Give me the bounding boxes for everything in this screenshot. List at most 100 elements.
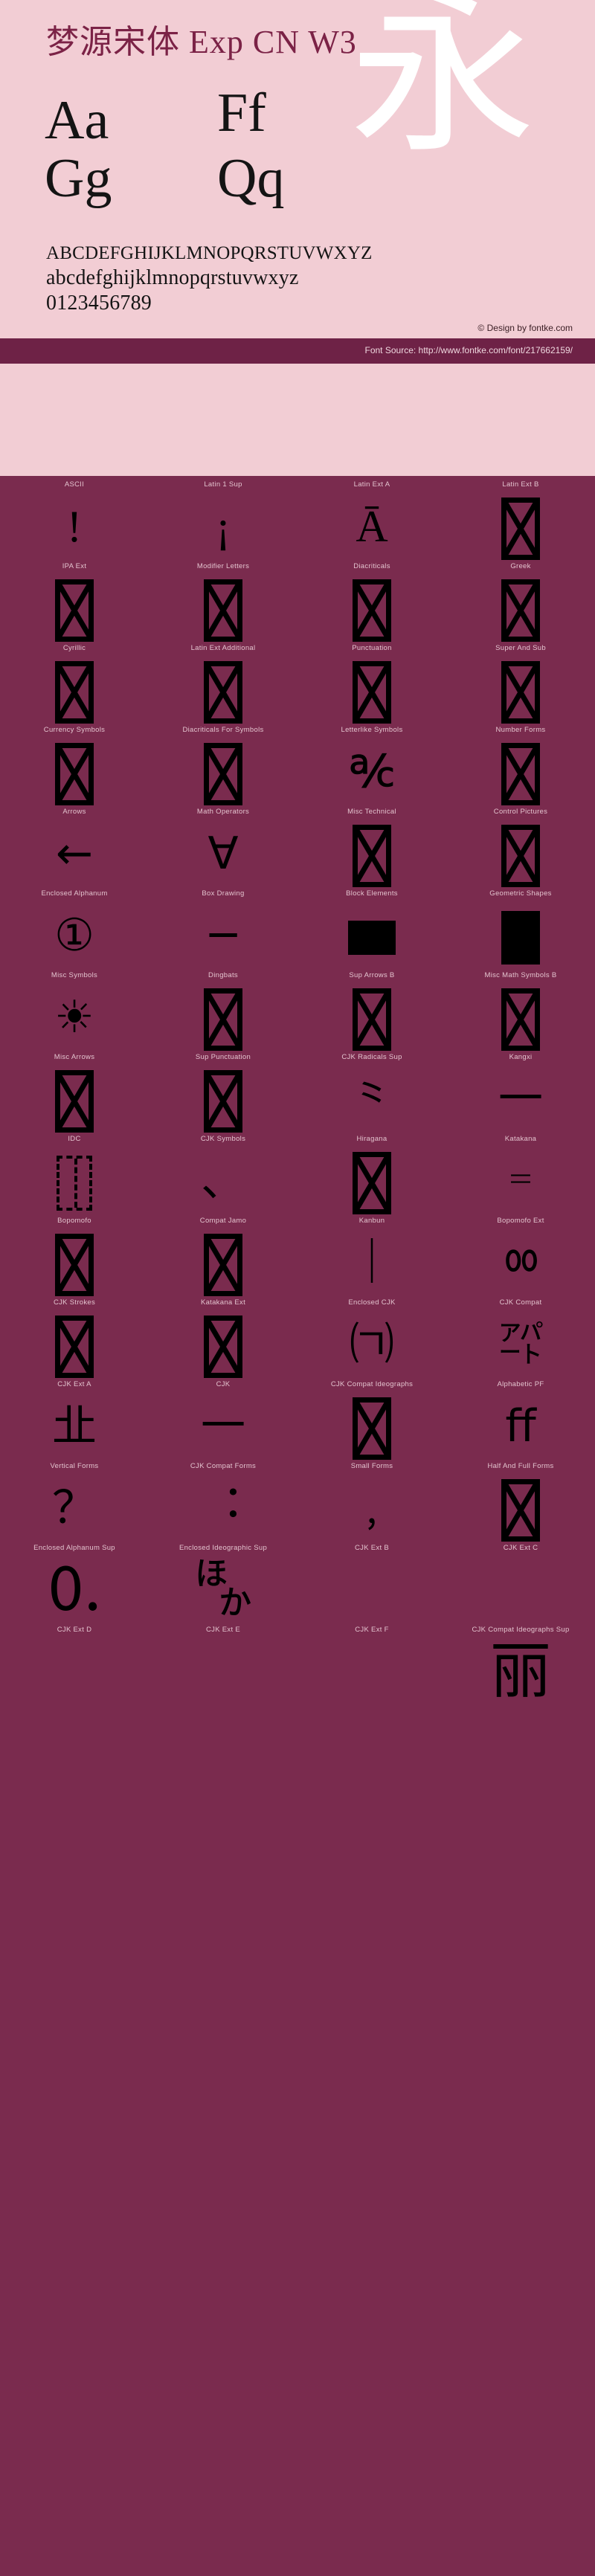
block-cell-bopomofo-ext[interactable]: Bopomofo Ext ㆀ bbox=[446, 1217, 595, 1298]
block-cell-misc-arrows[interactable]: Misc Arrows bbox=[0, 1053, 149, 1135]
block-cell-small-forms[interactable]: Small Forms ﹐ bbox=[298, 1462, 446, 1544]
block-cell-greek[interactable]: Greek bbox=[446, 562, 595, 644]
block-cell-bopomofo[interactable]: Bopomofo bbox=[0, 1217, 149, 1298]
block-glyph: ︓ bbox=[149, 1472, 298, 1544]
block-glyph: 𠀀 bbox=[298, 1554, 446, 1626]
block-glyph: 🈀 bbox=[149, 1554, 298, 1626]
block-cell-control-pictures[interactable]: Control Pictures bbox=[446, 808, 595, 889]
block-label: Vertical Forms bbox=[0, 1462, 149, 1470]
block-cell-enclosed-cjk[interactable]: Enclosed CJK ㈀ bbox=[298, 1298, 446, 1380]
block-label: Sup Arrows B bbox=[298, 971, 446, 979]
block-label: Small Forms bbox=[298, 1462, 446, 1470]
block-cell-math-operators[interactable]: Math Operators ∀ bbox=[149, 808, 298, 889]
block-cell-sup-punctuation[interactable]: Sup Punctuation bbox=[149, 1053, 298, 1135]
block-cell-currency-symbols[interactable]: Currency Symbols bbox=[0, 726, 149, 808]
block-glyph: ① bbox=[0, 900, 149, 971]
block-label: Super And Sub bbox=[446, 644, 595, 652]
block-cell-latin-1-sup[interactable]: Latin 1 Sup ¡ bbox=[149, 480, 298, 562]
block-cell-idc[interactable]: IDC bbox=[0, 1135, 149, 1217]
block-cell-cjk-compat-ideographs[interactable]: CJK Compat Ideographs bbox=[298, 1380, 446, 1462]
block-cell-enclosed-ideographic-sup[interactable]: Enclosed Ideographic Sup 🈀 bbox=[149, 1544, 298, 1626]
block-glyph: ㈀ bbox=[298, 1309, 446, 1380]
block-cell-cjk-compat[interactable]: CJK Compat ㌀ bbox=[446, 1298, 595, 1380]
lowercase-specimen: abcdefghijklmnopqrstuvwxyz bbox=[46, 266, 299, 290]
block-cell-letterlike-symbols[interactable]: Letterlike Symbols ℀ bbox=[298, 726, 446, 808]
block-cell-cjk-ext-c[interactable]: CJK Ext C 𪜀 bbox=[446, 1544, 595, 1626]
block-cell-enclosed-alphanum[interactable]: Enclosed Alphanum ① bbox=[0, 889, 149, 971]
block-cell-block-elements[interactable]: Block Elements bbox=[298, 889, 446, 971]
block-cell-cjk-ext-e[interactable]: CJK Ext E 𫠠 bbox=[149, 1626, 298, 1707]
block-cell-cyrillic[interactable]: Cyrillic bbox=[0, 644, 149, 726]
block-cell-cjk-strokes[interactable]: CJK Strokes bbox=[0, 1298, 149, 1380]
block-glyph bbox=[149, 1227, 298, 1298]
block-cell-cjk-ext-a[interactable]: CJK Ext A 㐀 bbox=[0, 1380, 149, 1462]
block-glyph bbox=[298, 1391, 446, 1462]
block-label: Greek bbox=[446, 562, 595, 570]
block-cell-compat-jamo[interactable]: Compat Jamo bbox=[149, 1217, 298, 1298]
block-cell-latin-ext-b[interactable]: Latin Ext B bbox=[446, 480, 595, 562]
block-cell-super-and-sub[interactable]: Super And Sub bbox=[446, 644, 595, 726]
block-label: Half And Full Forms bbox=[446, 1462, 595, 1470]
block-cell-kangxi[interactable]: Kangxi ⼀ bbox=[446, 1053, 595, 1135]
block-cell-geometric-shapes[interactable]: Geometric Shapes bbox=[446, 889, 595, 971]
page-title: 梦源宋体 Exp CN W3 bbox=[46, 26, 357, 59]
block-element-rect bbox=[348, 921, 396, 955]
block-cell-katakana-ext[interactable]: Katakana Ext bbox=[149, 1298, 298, 1380]
block-cell-number-forms[interactable]: Number Forms bbox=[446, 726, 595, 808]
block-cell-cjk-symbols[interactable]: CJK Symbols 、 bbox=[149, 1135, 298, 1217]
block-cell-vertical-forms[interactable]: Vertical Forms ？ bbox=[0, 1462, 149, 1544]
block-cell-enclosed-alphanum-sup[interactable]: Enclosed Alphanum Sup 🄀 bbox=[0, 1544, 149, 1626]
block-cell-cjk-compat-ideographs-sup[interactable]: CJK Compat Ideographs Sup 丽 bbox=[446, 1626, 595, 1707]
block-label: Number Forms bbox=[446, 726, 595, 734]
block-glyph bbox=[0, 1145, 149, 1217]
block-cell-cjk-ext-f[interactable]: CJK Ext F 𬺰 bbox=[298, 1626, 446, 1707]
block-label: Geometric Shapes bbox=[446, 889, 595, 898]
block-cell-latin-ext-a[interactable]: Latin Ext A Ā bbox=[298, 480, 446, 562]
block-cell-dingbats[interactable]: Dingbats bbox=[149, 971, 298, 1053]
block-glyph bbox=[446, 491, 595, 562]
block-cell-sup-arrows-b[interactable]: Sup Arrows B bbox=[298, 971, 446, 1053]
block-cell-cjk-compat-forms[interactable]: CJK Compat Forms ︓ bbox=[149, 1462, 298, 1544]
block-cell-ipa-ext[interactable]: IPA Ext bbox=[0, 562, 149, 644]
block-row: Misc Symbols ☀ Dingbats Sup Arrows B Misc Ma… bbox=[0, 971, 595, 1053]
block-cell-alphabetic-pf[interactable]: Alphabetic PF ﬀ bbox=[446, 1380, 595, 1462]
block-label: Punctuation bbox=[298, 644, 446, 652]
block-row: CJK Ext A 㐀 CJK 一 CJK Compat Ideographs Alpha… bbox=[0, 1380, 595, 1462]
block-glyph bbox=[149, 573, 298, 644]
block-cell-punctuation[interactable]: Punctuation bbox=[298, 644, 446, 726]
block-glyph bbox=[446, 900, 595, 971]
block-label: Kanbun bbox=[298, 1217, 446, 1225]
block-label: IPA Ext bbox=[0, 562, 149, 570]
block-cell-box-drawing[interactable]: Box Drawing ─ bbox=[149, 889, 298, 971]
block-glyph bbox=[0, 1227, 149, 1298]
block-row: Vertical Forms？ CJK Compat Forms ︓ Small Fo… bbox=[0, 1462, 595, 1544]
block-cell-misc-math-symbols-b[interactable]: Misc Math Symbols B bbox=[446, 971, 595, 1053]
block-cell-cjk-ext-d[interactable]: CJK Ext D 𫝀 bbox=[0, 1626, 149, 1707]
block-cell-cjk-radicals-sup[interactable]: CJK Radicals Sup ⺀ bbox=[298, 1053, 446, 1135]
font-source-link[interactable]: Font Source: http://www.fontke.com/font/… bbox=[365, 345, 573, 355]
block-cell-katakana[interactable]: Katakana ゠ bbox=[446, 1135, 595, 1217]
block-cell-diacriticals[interactable]: Diacriticals bbox=[298, 562, 446, 644]
block-cell-cjk[interactable]: CJK 一 bbox=[149, 1380, 298, 1462]
block-cell-diacriticals-for-symbols[interactable]: Diacriticals For Symbols bbox=[149, 726, 298, 808]
block-label: CJK Ext D bbox=[0, 1626, 149, 1634]
block-row: IDC CJK Symbols、 Hiragana Katakana ゠ bbox=[0, 1135, 595, 1217]
block-glyph: ｜ bbox=[298, 1227, 446, 1298]
block-label: Enclosed Ideographic Sup bbox=[149, 1544, 298, 1552]
block-glyph bbox=[446, 736, 595, 808]
block-glyph bbox=[0, 573, 149, 644]
block-cell-latin-ext-additional[interactable]: Latin Ext Additional bbox=[149, 644, 298, 726]
block-cell-arrows[interactable]: Arrows ← bbox=[0, 808, 149, 889]
block-glyph: ⼀ bbox=[446, 1063, 595, 1135]
block-cell-kanbun[interactable]: Kanbun ｜ bbox=[298, 1217, 446, 1298]
block-cell-ascii[interactable]: ASCII! bbox=[0, 480, 149, 562]
font-source-bar: Font Source: http://www.fontke.com/font/… bbox=[0, 338, 595, 364]
block-cell-misc-symbols[interactable]: Misc Symbols ☀ bbox=[0, 971, 149, 1053]
block-cell-half-and-full-forms[interactable]: Half And Full Forms bbox=[446, 1462, 595, 1544]
block-glyph: ℀ bbox=[298, 736, 446, 808]
block-glyph: 、 bbox=[149, 1145, 298, 1217]
block-cell-misc-technical[interactable]: Misc Technical bbox=[298, 808, 446, 889]
block-cell-cjk-ext-b[interactable]: CJK Ext B 𠀀 bbox=[298, 1544, 446, 1626]
block-cell-modifier-letters[interactable]: Modifier Letters bbox=[149, 562, 298, 644]
block-cell-hiragana[interactable]: Hiragana bbox=[298, 1135, 446, 1217]
